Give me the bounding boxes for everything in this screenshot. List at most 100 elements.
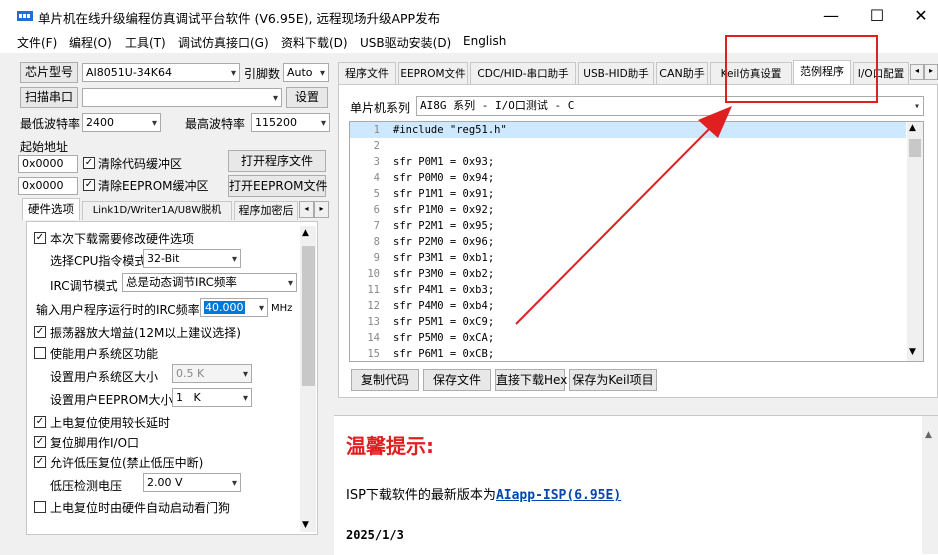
code-scroll-down-icon[interactable]: ▼ — [909, 347, 916, 357]
line-text: sfr P3M1 = 0xb1; — [393, 252, 495, 264]
sys-area-size-label: 设置用户系统区大小 — [50, 370, 159, 384]
code-line: 15 sfr P6M1 = 0xCB; — [350, 346, 906, 360]
line-number: 1 — [373, 124, 380, 136]
lvd-select[interactable]: 2.00 V ▾ — [143, 473, 241, 492]
download-hex-button[interactable]: 直接下载Hex — [495, 369, 567, 391]
watchdog-checkbox[interactable] — [34, 501, 46, 513]
chip-model-button[interactable]: 芯片型号 — [20, 62, 78, 83]
chevron-down-icon: ▾ — [320, 118, 326, 129]
min-baud-label: 最低波特率 — [20, 117, 81, 131]
notice-title: 温馨提示: — [346, 434, 434, 458]
latest-version-link[interactable]: AIapp-ISP(6.95E) — [496, 488, 621, 503]
line-text: sfr P6M1 = 0xCB; — [393, 348, 495, 360]
tab-can[interactable]: CAN助手 — [656, 62, 708, 84]
irc-mode-select[interactable]: 总是动态调节IRC频率 ▾ — [122, 273, 297, 292]
chevron-down-icon: ▾ — [151, 118, 157, 129]
tab-scroll-right-icon[interactable]: ▸ — [314, 201, 329, 218]
menu-file[interactable]: 文件(F) — [17, 34, 57, 51]
scan-port-button[interactable]: 扫描串口 — [20, 87, 78, 108]
line-number: 13 — [367, 316, 380, 328]
max-baud-select[interactable]: 115200 ▾ — [251, 113, 330, 132]
tab-offline[interactable]: Link1D/Writer1A/U8W脱机 — [82, 201, 232, 220]
maximize-button[interactable]: ☐ — [854, 0, 900, 32]
line-text: #include "reg51.h" — [393, 124, 507, 136]
code-scrollbar[interactable] — [907, 122, 923, 361]
chevron-down-icon: ▾ — [231, 478, 237, 489]
tab-program-file[interactable]: 程序文件 — [338, 62, 396, 84]
tab-usb-hid[interactable]: USB-HID助手 — [578, 62, 654, 84]
line-text: sfr P5M0 = 0xCA; — [393, 332, 495, 344]
code-address-input[interactable]: 0x0000 — [18, 155, 78, 173]
chip-model-value: AI8051U-34K64 — [86, 66, 172, 79]
user-sys-area-checkbox[interactable] — [34, 347, 46, 359]
irc-freq-unit: MHz — [271, 303, 293, 314]
long-delay-checkbox[interactable]: ✓ — [34, 416, 46, 428]
series-label: 单片机系列 — [350, 101, 411, 115]
options-scroll-thumb[interactable] — [302, 246, 315, 386]
tabs-scroll-right-icon[interactable]: ▸ — [924, 64, 938, 80]
chevron-down-icon: ▾ — [913, 101, 920, 112]
open-program-button[interactable]: 打开程序文件 — [228, 150, 326, 172]
sys-area-size-value: 0.5 K — [176, 367, 205, 380]
cpu-mode-label: 选择CPU指令模式 — [50, 254, 147, 268]
clear-code-checkbox[interactable]: ✓ — [83, 157, 95, 169]
eeprom-size-select[interactable]: 1 K ▾ — [172, 388, 252, 407]
chevron-down-icon: ▾ — [319, 68, 325, 79]
line-number: 5 — [373, 188, 380, 200]
eeprom-size-label: 设置用户EEPROM大小 — [50, 393, 173, 407]
line-number: 14 — [367, 332, 380, 344]
tabs-scroll-left-icon[interactable]: ◂ — [910, 64, 924, 80]
cpu-mode-select[interactable]: 32-Bit ▾ — [143, 249, 241, 268]
chevron-down-icon: ▾ — [272, 93, 278, 104]
line-text: sfr P3M0 = 0xb2; — [393, 268, 495, 280]
menu-download[interactable]: 资料下载(D) — [281, 34, 348, 51]
line-text: sfr P1M1 = 0x91; — [393, 188, 495, 200]
tab-hardware-options[interactable]: 硬件选项 — [22, 198, 80, 220]
cpu-mode-value: 32-Bit — [147, 252, 180, 265]
chip-model-select[interactable]: AI8051U-34K64 ▾ — [82, 63, 240, 82]
close-button[interactable]: ✕ — [898, 0, 938, 32]
code-scroll-thumb[interactable] — [909, 139, 921, 157]
tab-encryption[interactable]: 程序加密后 — [234, 201, 298, 220]
lvd-value: 2.00 V — [147, 476, 183, 489]
scroll-up-icon[interactable]: ▲ — [302, 228, 309, 238]
open-eeprom-button[interactable]: 打开EEPROM文件 — [228, 175, 328, 197]
max-baud-label: 最高波特率 — [185, 117, 246, 131]
user-sys-area-label: 使能用户系统区功能 — [50, 347, 159, 361]
line-number: 6 — [373, 204, 380, 216]
irc-freq-select[interactable]: 40.000 ▾ — [200, 298, 268, 317]
menu-program[interactable]: 编程(O) — [69, 34, 112, 51]
clear-eeprom-label: 清除EEPROM缓冲区 — [98, 179, 209, 193]
tab-eeprom-file[interactable]: EEPROM文件 — [398, 62, 468, 84]
scroll-down-icon[interactable]: ▼ — [302, 520, 309, 530]
chevron-down-icon: ▾ — [230, 68, 236, 79]
minimize-button[interactable]: — — [808, 0, 854, 32]
menu-debug[interactable]: 调试仿真接口(G) — [178, 34, 269, 51]
lvr-checkbox[interactable]: ✓ — [34, 456, 46, 468]
menu-english[interactable]: English — [463, 34, 506, 48]
port-select[interactable]: ▾ — [82, 88, 282, 107]
line-text: sfr P4M1 = 0xb3; — [393, 284, 495, 296]
settings-button[interactable]: 设置 — [286, 87, 328, 108]
menu-usb-driver[interactable]: USB驱动安装(D) — [360, 34, 451, 51]
copy-code-button[interactable]: 复制代码 — [351, 369, 419, 391]
modify-hw-checkbox[interactable]: ✓ — [34, 232, 46, 244]
notice-scroll-up-icon[interactable]: ▲ — [925, 430, 932, 440]
reset-as-io-checkbox[interactable]: ✓ — [34, 436, 46, 448]
tab-scroll-left-icon[interactable]: ◂ — [299, 201, 314, 218]
min-baud-select[interactable]: 2400 ▾ — [82, 113, 161, 132]
line-number: 7 — [373, 220, 380, 232]
line-number: 3 — [373, 156, 380, 168]
save-file-button[interactable]: 保存文件 — [423, 369, 491, 391]
tab-cdc-uart[interactable]: CDC/HID-串口助手 — [470, 62, 576, 84]
clear-eeprom-checkbox[interactable]: ✓ — [83, 179, 95, 191]
code-scroll-up-icon[interactable]: ▲ — [909, 123, 916, 133]
menu-tools[interactable]: 工具(T) — [125, 34, 166, 51]
line-number: 12 — [367, 300, 380, 312]
pin-count-select[interactable]: Auto ▾ — [283, 63, 329, 82]
sys-area-size-select[interactable]: 0.5 K ▾ — [172, 364, 252, 383]
modify-hw-label: 本次下载需要修改硬件选项 — [50, 232, 195, 246]
eeprom-address-input[interactable]: 0x0000 — [18, 177, 78, 195]
osc-gain-checkbox[interactable]: ✓ — [34, 326, 46, 338]
save-keil-project-button[interactable]: 保存为Keil项目 — [569, 369, 657, 391]
